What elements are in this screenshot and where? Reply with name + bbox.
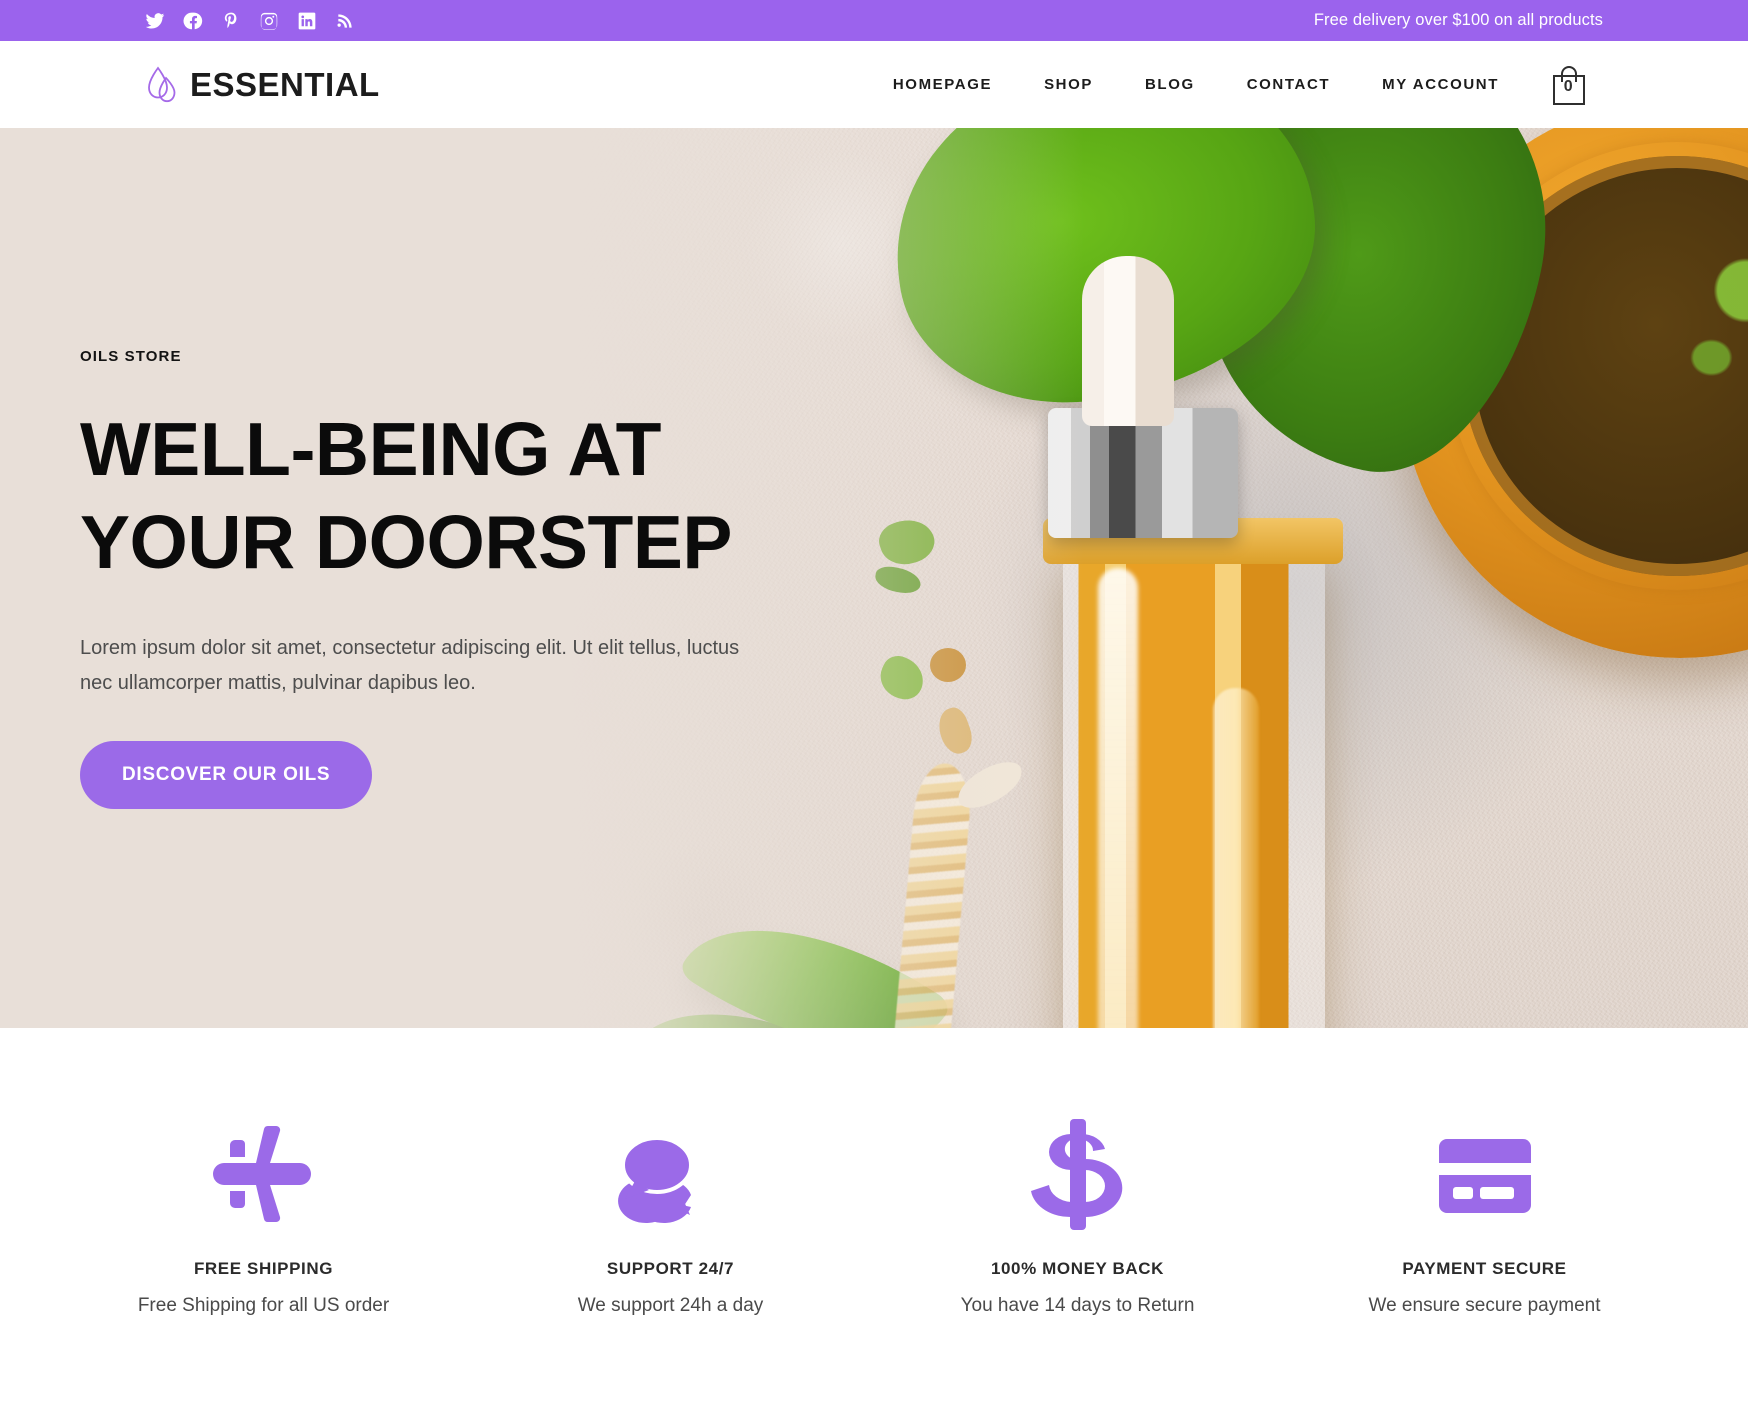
feature-support: SUPPORT 24/7 We support 24h a day [467, 1119, 874, 1317]
feature-title: 100% MONEY BACK [990, 1259, 1165, 1278]
page-title: WELL-BEING AT YOUR DOORSTEP [80, 403, 840, 589]
social-link-linkedin[interactable] [297, 11, 317, 31]
nav-item-my-account[interactable]: MY ACCOUNT [1356, 76, 1525, 93]
chat-bubbles-icon [617, 1136, 693, 1223]
social-link-pinterest[interactable] [221, 11, 241, 31]
twitter-icon [145, 12, 165, 29]
social-link-instagram[interactable] [259, 11, 279, 31]
instagram-icon [260, 12, 278, 30]
brand-name: ESSENTIAL [190, 65, 380, 103]
feature-title: PAYMENT SECURE [1402, 1259, 1567, 1278]
pinterest-icon [224, 12, 237, 28]
brand-logo-link[interactable]: ESSENTIAL [145, 65, 380, 105]
airplane-icon [212, 1125, 311, 1223]
cart-count-badge: 0 [1563, 77, 1575, 95]
discover-our-oils-button[interactable]: DISCOVER OUR OILS [80, 740, 373, 809]
nav-item-blog[interactable]: BLOG [1119, 76, 1221, 93]
feature-description: We support 24h a day [577, 1295, 764, 1316]
feature-description: We ensure secure payment [1368, 1295, 1601, 1316]
features-section: FREE SHIPPING Free Shipping for all US o… [0, 1028, 1748, 1408]
social-link-facebook[interactable] [183, 11, 203, 31]
nav-item-homepage[interactable]: HOMEPAGE [867, 76, 1018, 93]
nav-item-contact[interactable]: CONTACT [1221, 76, 1356, 93]
rss-icon [337, 13, 352, 28]
hero-title-line-2: YOUR DOORSTEP [80, 499, 732, 584]
linkedin-icon [298, 12, 316, 29]
nav-item-shop[interactable]: SHOP [1018, 76, 1119, 93]
dropper-cap [1082, 256, 1174, 426]
hero-section: OILS STORE WELL-BEING AT YOUR DOORSTEP L… [0, 128, 1748, 1028]
hero-content: OILS STORE WELL-BEING AT YOUR DOORSTEP L… [80, 128, 840, 1028]
social-links [145, 11, 355, 31]
social-link-twitter[interactable] [145, 11, 165, 31]
feature-free-shipping: FREE SHIPPING Free Shipping for all US o… [60, 1119, 467, 1317]
feature-description: You have 14 days to Return [960, 1295, 1195, 1316]
feature-description: Free Shipping for all US order [137, 1295, 390, 1316]
hero-description: Lorem ipsum dolor sit amet, consectetur … [80, 636, 740, 694]
top-announcement-bar: Free delivery over $100 on all products [0, 0, 1748, 41]
social-link-rss[interactable] [335, 11, 355, 31]
site-header: ESSENTIAL HOMEPAGE SHOP BLOG CONTACT MY … [0, 41, 1748, 128]
feature-title: FREE SHIPPING [193, 1259, 334, 1278]
hero-eyebrow: OILS STORE [80, 347, 182, 365]
feature-payment-secure: PAYMENT SECURE We ensure secure payment [1281, 1119, 1688, 1317]
main-navigation: HOMEPAGE SHOP BLOG CONTACT MY ACCOUNT 0 [867, 65, 1603, 105]
cart-button[interactable]: 0 [1551, 65, 1603, 105]
feature-money-back: 100% MONEY BACK You have 14 days to Retu… [874, 1118, 1281, 1317]
dollar-sign-icon [1030, 1118, 1122, 1230]
hero-title-line-1: WELL-BEING AT [80, 406, 661, 491]
droplet-icon [148, 66, 176, 102]
credit-card-icon [1438, 1139, 1531, 1213]
facebook-icon [183, 12, 203, 29]
promo-text: Free delivery over $100 on all products [1313, 11, 1603, 29]
feature-title: SUPPORT 24/7 [606, 1259, 735, 1278]
